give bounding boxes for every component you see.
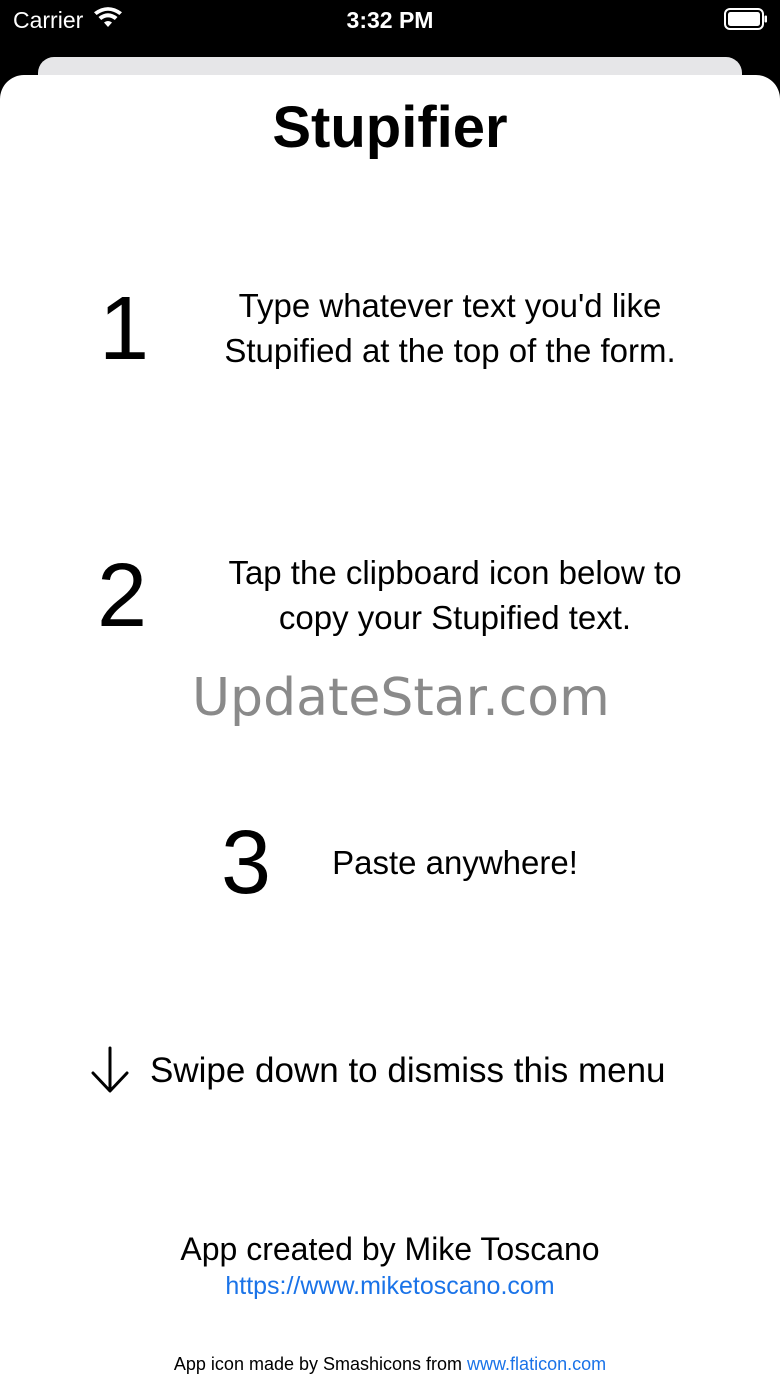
icon-attribution-text: App icon made by Smashicons from: [173, 1354, 468, 1374]
page-title: Stupifier: [272, 95, 508, 160]
help-sheet[interactable]: [0, 75, 780, 1387]
step-number-3: 3: [220, 813, 272, 913]
status-time: 3:32 PM: [346, 7, 434, 33]
step-text-1: Type whatever text you'd like Stupified …: [224, 287, 676, 369]
status-bar: Carrier 3:32 PM: [0, 0, 780, 56]
step-text-2: Tap the clipboard icon below to copy you…: [228, 554, 682, 636]
step-number-1: 1: [98, 279, 150, 379]
credit-text: App created by Mike Toscano: [180, 1231, 600, 1267]
swipe-hint: Swipe down to dismiss this menu: [150, 1051, 666, 1090]
arrow-down-icon: [91, 1046, 129, 1093]
watermark-text: UpdateStar.com: [192, 668, 610, 728]
author-website-link[interactable]: https://www.miketoscano.com: [0, 1270, 780, 1302]
step-number-2: 2: [96, 546, 148, 646]
step-text-3: Paste anywhere!: [332, 844, 578, 881]
battery-icon: [724, 8, 767, 30]
icon-attribution: App icon made by Smashicons from www.fla…: [0, 1352, 780, 1376]
flaticon-link[interactable]: www.flaticon.com: [467, 1354, 606, 1374]
